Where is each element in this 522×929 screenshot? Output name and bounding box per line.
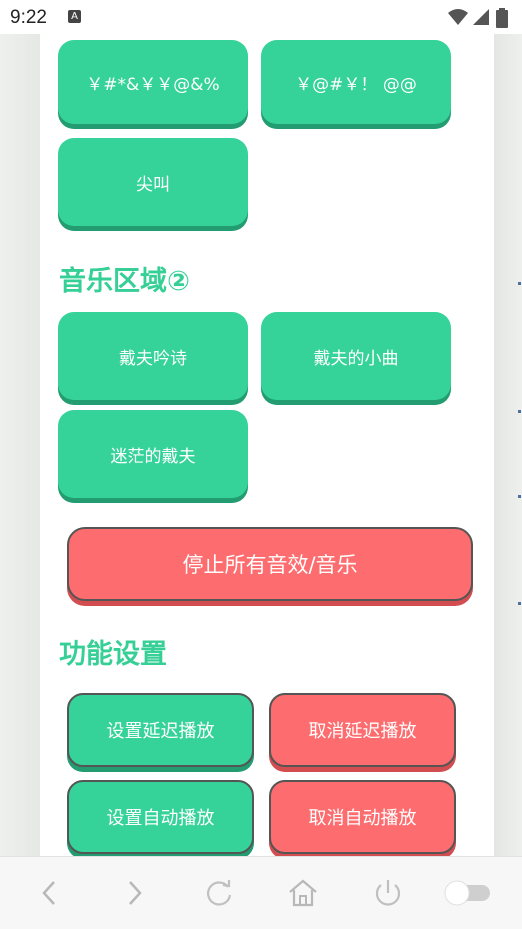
music-button-2[interactable]: 戴夫的小曲	[261, 312, 451, 400]
forward-icon[interactable]	[116, 875, 152, 911]
music-button-label: 迷茫的戴夫	[110, 446, 196, 467]
toggle-switch[interactable]	[440, 875, 496, 911]
scroll-marker	[518, 602, 521, 605]
section-title-settings: 功能设置	[59, 639, 167, 670]
wifi-icon	[448, 9, 468, 25]
status-time: 9:22	[10, 7, 47, 28]
power-icon[interactable]	[370, 875, 406, 911]
effect-button-label: ￥@#￥！ @@	[295, 74, 417, 95]
stop-all-button[interactable]: 停止所有音效/音乐	[67, 527, 473, 601]
page-margin-left	[0, 34, 40, 856]
effect-button-1[interactable]: ￥#*&￥￥@&%	[58, 40, 248, 124]
content-area: ￥#*&￥￥@&% ￥@#￥！ @@ 尖叫 音乐区域② 戴夫吟诗 戴夫的小曲 迷…	[40, 34, 494, 856]
effect-button-label: ￥#*&￥￥@&%	[86, 74, 220, 95]
battery-icon	[496, 8, 508, 28]
set-auto-button[interactable]: 设置自动播放	[67, 780, 254, 854]
a-icon: A	[68, 10, 81, 23]
bottom-nav-bar	[0, 856, 522, 929]
music-button-label: 戴夫吟诗	[119, 348, 187, 369]
music-button-3[interactable]: 迷茫的戴夫	[58, 410, 248, 498]
scroll-marker	[518, 282, 521, 285]
refresh-icon[interactable]	[201, 875, 237, 911]
set-delay-label: 设置延迟播放	[106, 721, 215, 742]
stop-all-label: 停止所有音效/音乐	[182, 553, 358, 577]
set-delay-button[interactable]: 设置延迟播放	[67, 693, 254, 767]
cancel-auto-button[interactable]: 取消自动播放	[269, 780, 456, 854]
scroll-marker	[518, 410, 521, 413]
cancel-delay-button[interactable]: 取消延迟播放	[269, 693, 456, 767]
section-title-music: 音乐区域②	[59, 266, 190, 297]
status-bar: 9:22 A	[0, 0, 522, 34]
home-icon[interactable]	[285, 875, 321, 911]
back-icon[interactable]	[32, 875, 68, 911]
scroll-marker	[518, 495, 521, 498]
cell-signal-icon	[473, 9, 489, 25]
effect-button-label: 尖叫	[136, 174, 170, 195]
effect-button-scream[interactable]: 尖叫	[58, 138, 248, 226]
effect-button-2[interactable]: ￥@#￥！ @@	[261, 40, 451, 124]
cancel-auto-label: 取消自动播放	[308, 808, 417, 829]
set-auto-label: 设置自动播放	[106, 808, 215, 829]
cancel-delay-label: 取消延迟播放	[308, 721, 417, 742]
music-button-1[interactable]: 戴夫吟诗	[58, 312, 248, 400]
page-margin-right	[494, 34, 522, 856]
music-button-label: 戴夫的小曲	[313, 348, 399, 369]
